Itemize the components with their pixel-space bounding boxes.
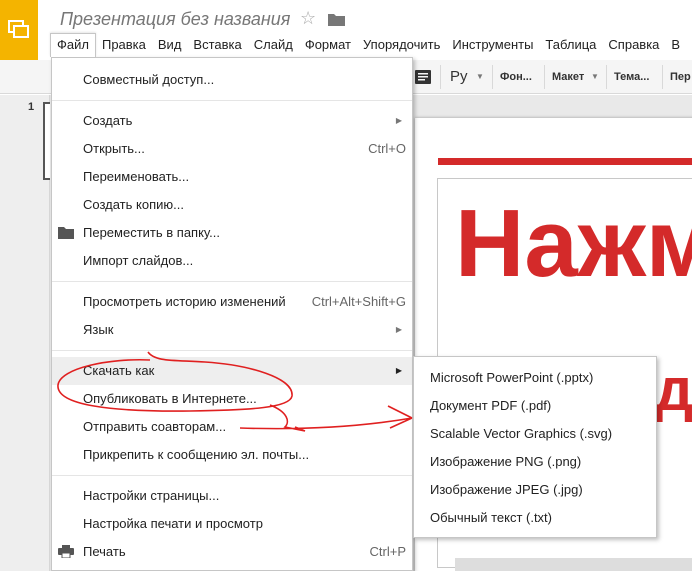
menu-tools[interactable]: Инструменты: [446, 33, 539, 57]
menu-bar: Файл Правка Вид Вставка Слайд Формат Упо…: [50, 33, 686, 57]
toolbar-separator: [440, 65, 441, 89]
printer-icon: [58, 545, 74, 558]
folder-icon[interactable]: [328, 13, 345, 26]
menu-item-label: Просмотреть историю изменений: [83, 294, 286, 309]
menu-item-label: Язык: [83, 322, 114, 337]
menu-item-label: Печать: [83, 544, 126, 559]
star-icon[interactable]: ☆: [300, 8, 316, 29]
transition-button[interactable]: Пер: [670, 65, 691, 89]
download-svg[interactable]: Scalable Vector Graphics (.svg): [414, 420, 656, 448]
menu-edit[interactable]: Правка: [96, 33, 152, 57]
menu-item-page-setup[interactable]: Настройки страницы...: [52, 482, 412, 510]
folder-icon: [58, 227, 74, 239]
chevron-right-icon: ▶: [395, 325, 402, 334]
file-menu-dropdown: Совместный доступ... Создать ▶ Открыть..…: [51, 57, 413, 571]
menu-item-label: Настройки страницы...: [83, 488, 220, 503]
language-button[interactable]: Ру: [450, 65, 468, 89]
menu-item-publish-web[interactable]: Опубликовать в Интернете...: [52, 385, 412, 413]
toolbar-separator: [492, 65, 493, 89]
menu-item-language[interactable]: Язык ▶: [52, 316, 412, 344]
menu-item-print-preview[interactable]: Настройка печати и просмотр: [52, 510, 412, 538]
menu-item-make-copy[interactable]: Создать копию...: [52, 191, 412, 219]
menu-item-move-to-folder[interactable]: Переместить в папку...: [52, 219, 412, 247]
download-png[interactable]: Изображение PNG (.png): [414, 448, 656, 476]
download-txt[interactable]: Обычный текст (.txt): [414, 504, 656, 532]
toolbar-separator: [544, 65, 545, 89]
menu-file[interactable]: Файл: [50, 33, 96, 57]
menu-item-label: Скачать как: [83, 363, 155, 378]
menu-item-label: Переместить в папку...: [83, 225, 220, 240]
download-submenu: Microsoft PowerPoint (.pptx) Документ PD…: [413, 356, 657, 538]
toolbar-separator: [606, 65, 607, 89]
slides-logo[interactable]: [0, 0, 38, 60]
slide-accent-bar: [438, 158, 692, 165]
menu-item-label: Совместный доступ...: [83, 72, 215, 87]
slide-body-text: д: [655, 356, 692, 423]
menu-separator: [52, 350, 412, 351]
menu-view[interactable]: Вид: [152, 33, 188, 57]
download-pptx[interactable]: Microsoft PowerPoint (.pptx): [414, 364, 656, 392]
menu-item-label: Отправить соавторам...: [83, 419, 227, 434]
menu-item-label: Создать: [83, 113, 133, 128]
toolbar-separator: [662, 65, 663, 89]
chevron-down-icon[interactable]: ▼: [591, 65, 599, 89]
menu-item-download-as[interactable]: Скачать как ▶: [52, 357, 412, 385]
menu-item-email-attachment[interactable]: Прикрепить к сообщению эл. почты...: [52, 441, 412, 469]
background-button[interactable]: Фон...: [500, 65, 532, 89]
menu-item-share[interactable]: Совместный доступ...: [52, 66, 412, 94]
chevron-down-icon[interactable]: ▼: [476, 65, 484, 89]
menu-help[interactable]: Справка: [602, 33, 665, 57]
slide-number: 1: [28, 101, 35, 113]
menu-item-label: Открыть...: [83, 141, 145, 156]
menu-item-rename[interactable]: Переименовать...: [52, 163, 412, 191]
slides-logo-icon: [8, 20, 29, 38]
menu-item-revision-history[interactable]: Просмотреть историю изменений Ctrl+Alt+S…: [52, 288, 412, 316]
document-title[interactable]: Презентация без названия: [60, 9, 290, 30]
menu-table[interactable]: Таблица: [539, 33, 602, 57]
menu-slide[interactable]: Слайд: [248, 33, 299, 57]
menu-item-shortcut: Ctrl+O: [368, 141, 406, 156]
download-jpg[interactable]: Изображение JPEG (.jpg): [414, 476, 656, 504]
chevron-right-icon: ▶: [395, 366, 402, 375]
menu-item-email-collaborators[interactable]: Отправить соавторам...: [52, 413, 412, 441]
menu-item-import-slides[interactable]: Импорт слайдов...: [52, 247, 412, 275]
menu-insert[interactable]: Вставка: [187, 33, 247, 57]
menu-item-label: Создать копию...: [83, 197, 184, 212]
menu-more[interactable]: В: [665, 33, 686, 57]
menu-separator: [52, 281, 412, 282]
menu-item-label: Прикрепить к сообщению эл. почты...: [83, 447, 310, 462]
slide-body-placeholder[interactable]: [455, 558, 692, 571]
menu-arrange[interactable]: Упорядочить: [357, 33, 446, 57]
menu-item-label: Опубликовать в Интернете...: [83, 391, 257, 406]
slide-title-text: Нажм: [455, 190, 692, 297]
chevron-right-icon: ▶: [395, 116, 402, 125]
menu-item-label: Настройка печати и просмотр: [83, 516, 263, 531]
menu-item-label: Переименовать...: [83, 169, 190, 184]
menu-item-new[interactable]: Создать ▶: [52, 107, 412, 135]
download-pdf[interactable]: Документ PDF (.pdf): [414, 392, 656, 420]
menu-item-label: Импорт слайдов...: [83, 253, 194, 268]
menu-item-shortcut: Ctrl+P: [369, 544, 406, 559]
menu-item-open[interactable]: Открыть... Ctrl+O: [52, 135, 412, 163]
comment-icon[interactable]: [415, 70, 431, 84]
layout-button[interactable]: Макет: [552, 65, 584, 89]
menu-format[interactable]: Формат: [299, 33, 357, 57]
menu-item-print[interactable]: Печать Ctrl+P: [52, 538, 412, 566]
menu-separator: [52, 100, 412, 101]
menu-separator: [52, 475, 412, 476]
menu-item-shortcut: Ctrl+Alt+Shift+G: [311, 294, 406, 309]
theme-button[interactable]: Тема...: [614, 65, 649, 89]
